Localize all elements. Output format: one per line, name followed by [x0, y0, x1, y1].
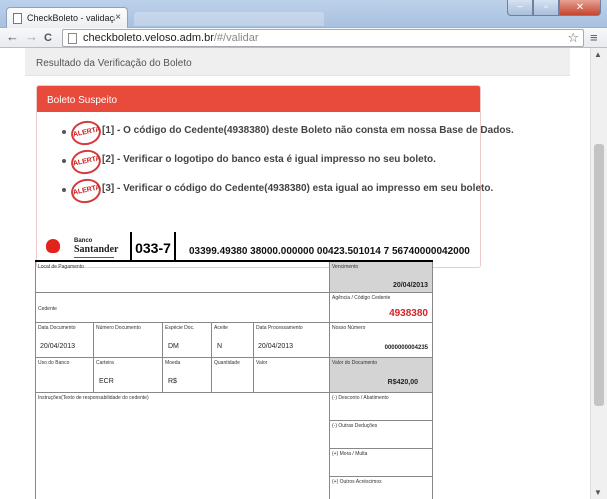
bookmark-star-icon[interactable]: ☆: [567, 30, 579, 46]
data-processamento-cell: Data Processamento 20/04/2013: [254, 323, 330, 358]
local-pagamento-cell: Local de Pagamento: [35, 262, 330, 293]
list-item: ALERTA [1] - O código do Cedente(4938380…: [37, 118, 514, 149]
aceite-value: N: [217, 343, 223, 350]
boleto-header: Banco Santander 033-7 03399.49380 38000.…: [46, 232, 470, 260]
santander-flame-icon: [46, 239, 60, 253]
valor-documento-value: R$420,00: [387, 379, 418, 386]
digitable-line: 03399.49380 38000.000000 00423.501014 7 …: [189, 246, 470, 257]
mora-cell: (+) Mora / Multa: [330, 449, 433, 477]
reload-button[interactable]: C: [44, 31, 52, 45]
field-label: Número Documento: [96, 325, 141, 331]
field-label: Instruções(Texto de responsabilidade do …: [38, 395, 149, 401]
outras-deducoes-cell: (-) Outras Deduções: [330, 421, 433, 449]
quantidade-cell: Quantidade: [212, 358, 254, 393]
alert-list: ALERTA [1] - O código do Cedente(4938380…: [37, 112, 514, 207]
logo-underline: [74, 257, 114, 258]
carteira-value: ECR: [99, 378, 114, 385]
maximize-button[interactable]: ▫: [533, 0, 559, 16]
browser-tab[interactable]: CheckBoleto - validação d ×: [6, 7, 128, 28]
field-label: Nosso Número: [332, 325, 366, 331]
field-label: Local de Pagamento: [38, 264, 84, 270]
field-label: Agência / Código Cedente: [332, 295, 391, 301]
alert-text: [3] - Verificar o código do Cedente(4938…: [102, 183, 494, 194]
field-label: Cedente: [38, 306, 57, 312]
bullet: [62, 188, 66, 192]
agencia-value: 4938380: [389, 308, 428, 319]
page-icon: [68, 33, 77, 44]
especie-doc-value: DM: [168, 343, 179, 350]
field-label: Espécie Doc.: [165, 325, 195, 331]
bullet: [62, 130, 66, 134]
tab-title: CheckBoleto - validação d: [27, 13, 115, 23]
url-path: /#/validar: [213, 32, 259, 44]
vencimento-cell: Vencimento 20/04/2013: [330, 262, 433, 293]
scroll-thumb[interactable]: [594, 144, 604, 406]
numero-documento-cell: Número Documento: [94, 323, 163, 358]
especie-doc-cell: Espécie Doc. DM: [163, 323, 212, 358]
menu-icon[interactable]: ≡: [590, 31, 598, 44]
url-host: checkboleto.veloso.adm.br: [83, 32, 214, 44]
panel-title: Boleto Suspeito: [37, 86, 480, 112]
carteira-cell: Carteira ECR: [94, 358, 163, 393]
browser-toolbar: ← → C checkboleto.veloso.adm.br/#/valida…: [0, 28, 607, 48]
field-label: Carteira: [96, 360, 114, 366]
field-label: Valor do Documento: [332, 360, 378, 366]
window-titlebar: CheckBoleto - validação d × − ▫ ✕: [0, 0, 607, 28]
page-icon: [13, 13, 22, 24]
window-controls: − ▫ ✕: [507, 0, 601, 16]
field-label: Data Processamento: [256, 325, 303, 331]
page-content: Resultado da Verificação do Boleto Bolet…: [0, 48, 590, 499]
cedente-cell: Cedente: [35, 293, 330, 323]
bank-code: 033-7: [130, 232, 176, 260]
field-label: Quantidade: [214, 360, 240, 366]
list-item: ALERTA [2] - Verificar o logotipo do ban…: [37, 147, 480, 178]
field-label: Uso do Banco: [38, 360, 70, 366]
forward-button[interactable]: →: [25, 30, 38, 44]
field-label: (-) Outras Deduções: [332, 423, 378, 429]
alert-stamp-icon: ALERTA: [68, 118, 104, 148]
moeda-cell: Moeda R$: [163, 358, 212, 393]
result-header: Resultado da Verificação do Boleto: [25, 48, 570, 76]
agencia-cell: Agência / Código Cedente 4938380: [330, 293, 433, 323]
alert-stamp-icon: ALERTA: [68, 176, 104, 206]
field-label: (-) Desconto / Abatimento: [332, 395, 389, 401]
data-documento-cell: Data Documento 20/04/2013: [35, 323, 94, 358]
data-processamento-value: 20/04/2013: [258, 343, 294, 350]
vertical-scrollbar[interactable]: ▲ ▼: [590, 48, 607, 499]
desconto-cell: (-) Desconto / Abatimento: [330, 393, 433, 421]
nosso-numero-cell: Nosso Número 0000000004235: [330, 323, 433, 358]
alert-text: [1] - O código do Cedente(4938380) deste…: [102, 125, 514, 136]
aceite-cell: Aceite N: [212, 323, 254, 358]
field-label: (+) Outros Acréscimos: [332, 479, 382, 485]
field-label: Aceite: [214, 325, 228, 331]
field-label: (+) Mora / Multa: [332, 451, 368, 457]
list-item: ALERTA [3] - Verificar o código do Ceden…: [37, 176, 493, 207]
alert-stamp-icon: ALERTA: [68, 147, 104, 177]
bullet: [62, 159, 66, 163]
scroll-up-icon[interactable]: ▲: [594, 50, 602, 59]
field-label: Moeda: [165, 360, 181, 366]
field-label: Vencimento: [332, 264, 359, 270]
instrucoes-cell: Instruções(Texto de responsabilidade do …: [35, 393, 330, 499]
scroll-down-icon[interactable]: ▼: [594, 488, 602, 497]
vencimento-value: 20/04/2013: [392, 282, 428, 289]
new-tab-button[interactable]: [134, 12, 324, 26]
field-label: Valor: [256, 360, 268, 366]
address-bar[interactable]: checkboleto.veloso.adm.br/#/validar ☆: [62, 29, 584, 47]
minimize-button[interactable]: −: [507, 0, 533, 16]
alert-text: [2] - Verificar o logotipo do banco esta…: [102, 154, 436, 165]
uso-banco-cell: Uso do Banco: [35, 358, 94, 393]
bank-name: Santander: [74, 244, 119, 255]
tab-close-icon[interactable]: ×: [115, 12, 121, 23]
close-window-button[interactable]: ✕: [559, 0, 601, 16]
field-label: Data Documento: [38, 325, 76, 331]
moeda-value: R$: [168, 378, 177, 385]
valor-cell: Valor: [254, 358, 330, 393]
data-documento-value: 20/04/2013: [40, 343, 76, 350]
back-button[interactable]: ←: [6, 30, 19, 44]
outros-acrescimos-cell: (+) Outros Acréscimos: [330, 477, 433, 499]
bank-logo: Banco Santander: [46, 236, 126, 258]
nosso-numero-value: 0000000004235: [384, 345, 428, 351]
valor-documento-cell: Valor do Documento R$420,00: [330, 358, 433, 393]
